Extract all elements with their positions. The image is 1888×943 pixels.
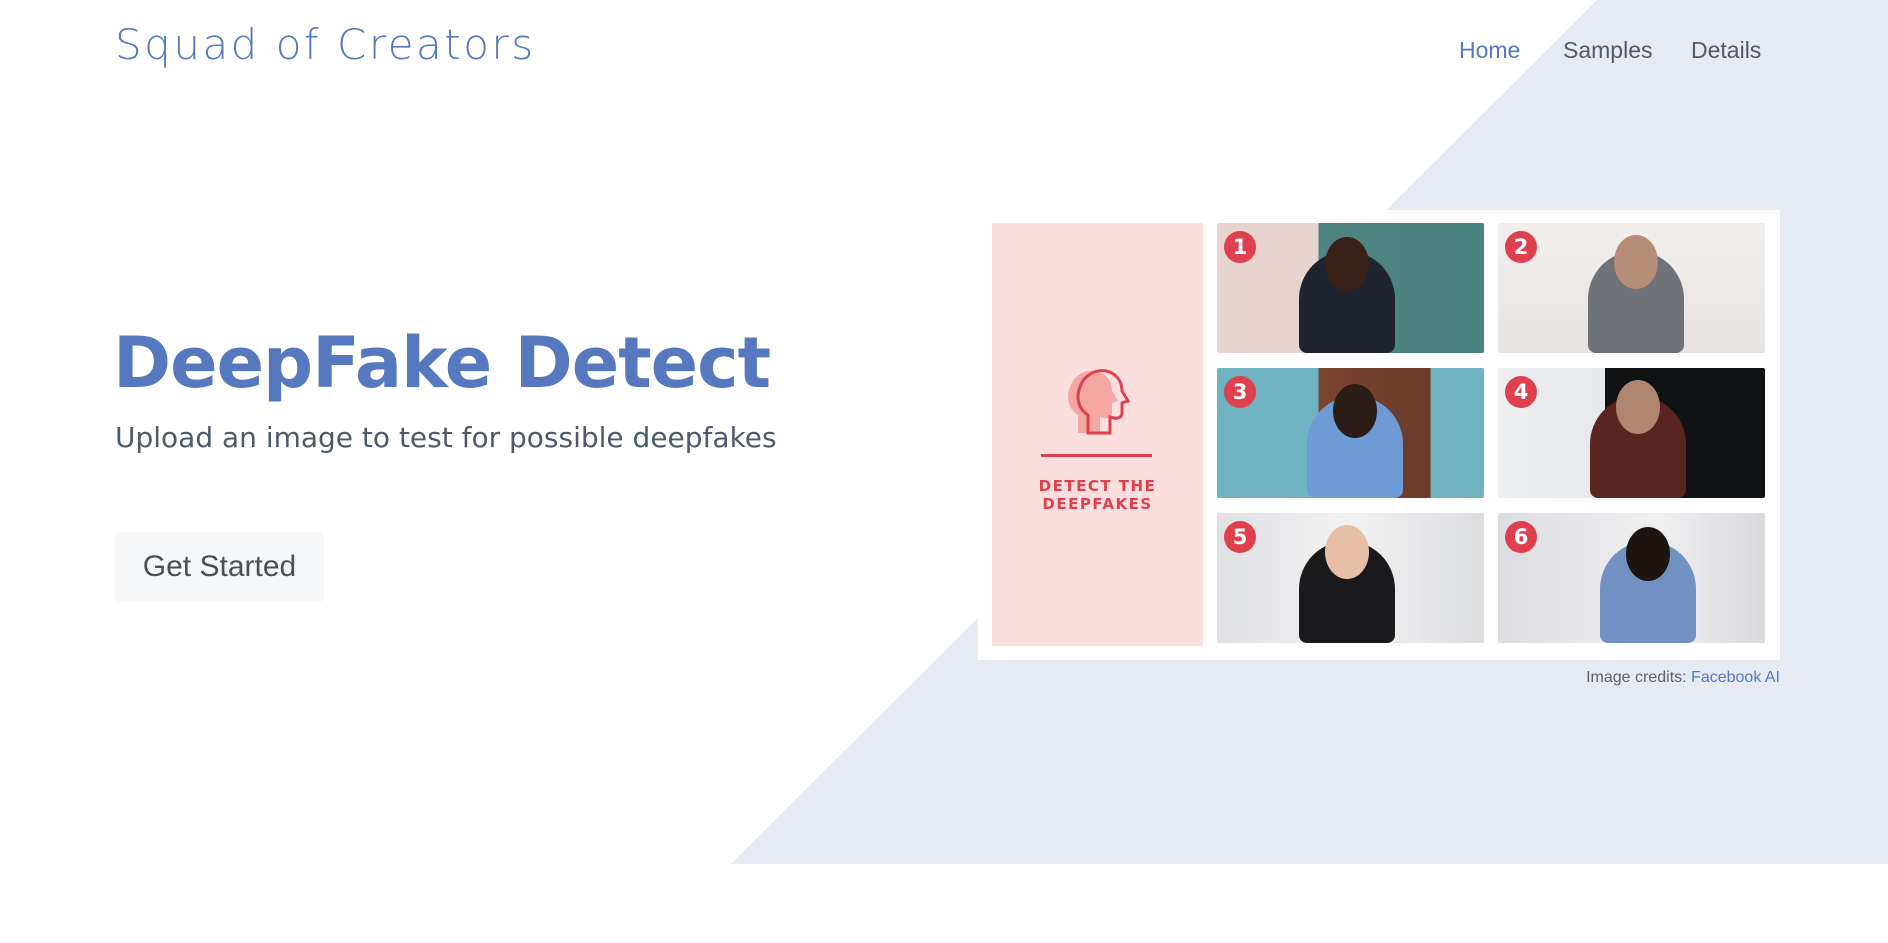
head-profile-icon bbox=[1068, 369, 1131, 435]
sample-tile-3: 3 bbox=[1217, 368, 1484, 498]
tile-number-badge: 4 bbox=[1505, 376, 1537, 408]
tile-number-badge: 3 bbox=[1224, 376, 1256, 408]
person-head bbox=[1333, 384, 1377, 438]
tile-number-badge: 5 bbox=[1224, 521, 1256, 553]
tile-number-badge: 1 bbox=[1224, 231, 1256, 263]
sample-tile-5: 5 bbox=[1217, 513, 1484, 643]
logo-text: DETECT THE DEEPFAKES bbox=[992, 477, 1203, 513]
get-started-button[interactable]: Get Started bbox=[115, 532, 324, 602]
person-head bbox=[1616, 380, 1660, 434]
nav-details[interactable]: Details bbox=[1691, 37, 1761, 64]
person-head bbox=[1626, 527, 1670, 581]
hero-title: DeepFake Detect bbox=[113, 322, 771, 404]
logo-divider bbox=[1041, 454, 1152, 457]
logo-text-line2: DEEPFAKES bbox=[1042, 495, 1153, 513]
nav-samples[interactable]: Samples bbox=[1563, 37, 1652, 64]
hero-image: DETECT THE DEEPFAKES 1 2 3 4 5 6 bbox=[978, 210, 1780, 660]
credits-link[interactable]: Facebook AI bbox=[1691, 669, 1780, 686]
sample-tile-2: 2 bbox=[1498, 223, 1765, 353]
sample-tile-1: 1 bbox=[1217, 223, 1484, 353]
credits-prefix: Image credits: bbox=[1586, 669, 1687, 686]
image-credits: Image credits: Facebook AI bbox=[1586, 669, 1780, 687]
hero-subtitle: Upload an image to test for possible dee… bbox=[115, 421, 777, 454]
detect-deepfakes-logo-panel: DETECT THE DEEPFAKES bbox=[992, 223, 1203, 646]
sample-tile-6: 6 bbox=[1498, 513, 1765, 643]
tile-number-badge: 6 bbox=[1505, 521, 1537, 553]
person-head bbox=[1614, 235, 1658, 289]
sample-tile-4: 4 bbox=[1498, 368, 1765, 498]
top-nav: Home Samples Details bbox=[0, 0, 1888, 100]
person-head bbox=[1325, 525, 1369, 579]
logo-text-line1: DETECT THE bbox=[1038, 477, 1157, 495]
tile-number-badge: 2 bbox=[1505, 231, 1537, 263]
person-head bbox=[1325, 237, 1369, 291]
nav-home[interactable]: Home bbox=[1459, 37, 1520, 64]
